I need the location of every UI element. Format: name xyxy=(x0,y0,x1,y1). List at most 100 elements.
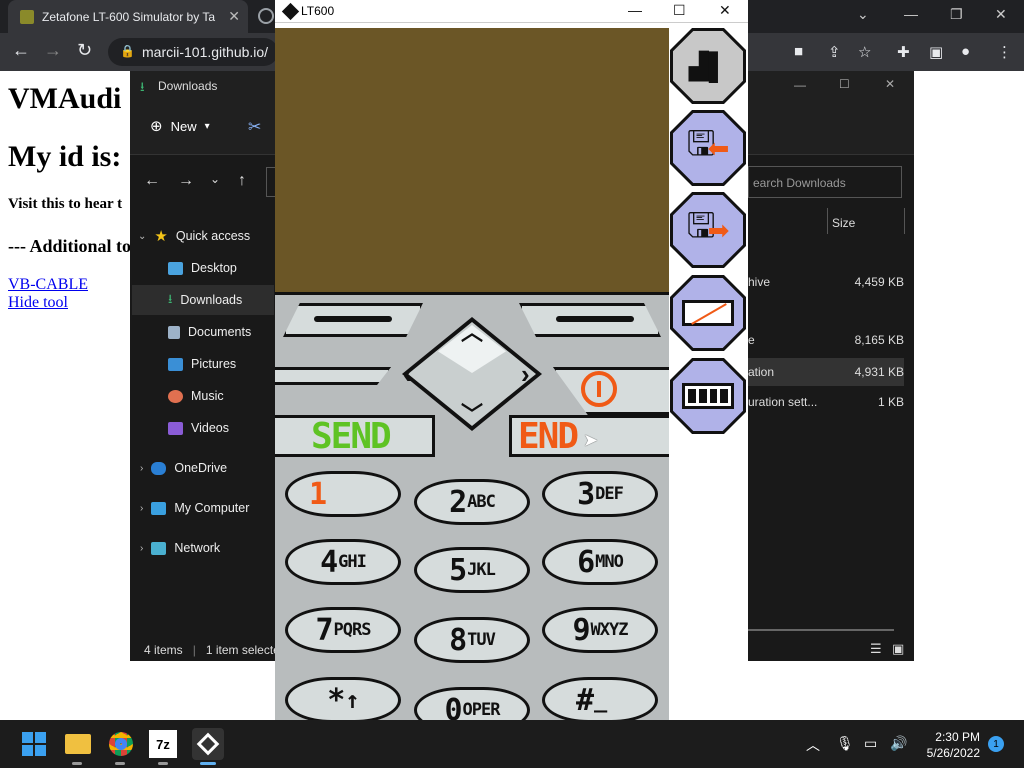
back-arrow-icon[interactable]: ← xyxy=(12,40,30,61)
extensions-puzzle-icon[interactable]: ✚ xyxy=(897,43,910,61)
dpad-up-chevron-icon[interactable]: ︿ xyxy=(461,315,483,347)
right-soft-key[interactable] xyxy=(519,303,661,337)
browser-menu-icon[interactable]: ⋮ xyxy=(997,43,1012,61)
microphone-icon[interactable]: 🎙 xyxy=(836,735,854,752)
search-downloads-input[interactable]: earch Downloads xyxy=(748,166,902,198)
file-explorer-taskbar-icon[interactable] xyxy=(62,728,94,760)
browser-restore-icon[interactable]: ❐ xyxy=(950,6,963,23)
profile-avatar-icon[interactable]: ● xyxy=(961,43,970,60)
show-hidden-icons-chevron-icon[interactable]: ︿ xyxy=(806,735,820,755)
share-icon[interactable]: ⇪ xyxy=(828,43,841,61)
file-row[interactable]: e 8,165 KB xyxy=(748,326,904,354)
expand-chevron-icon[interactable]: ⌄ xyxy=(138,231,146,242)
sidebar-label: Quick access xyxy=(175,229,251,243)
downloads-arrow-icon: ⭳ xyxy=(168,291,173,306)
lt600-maximize-icon[interactable]: ☐ xyxy=(673,2,686,19)
bookmark-star-icon[interactable]: ☆ xyxy=(858,43,871,61)
expand-chevron-icon[interactable]: › xyxy=(140,503,143,514)
key-6[interactable]: 6 MNO xyxy=(542,539,658,585)
sidebar-item-my-computer[interactable]: › My Computer xyxy=(140,493,282,523)
expand-chevron-icon[interactable]: › xyxy=(140,543,143,554)
network-tray-icon[interactable]: ▭ xyxy=(864,735,877,752)
file-size: 8,165 KB xyxy=(854,333,904,347)
dpad-left-chevron-icon[interactable]: ‹ xyxy=(403,359,412,390)
key-8[interactable]: 8 TUV xyxy=(414,617,530,663)
network-icon xyxy=(151,541,167,555)
up-arrow-icon[interactable]: ↑ xyxy=(238,172,246,190)
horizontal-scrollbar[interactable] xyxy=(748,629,894,631)
site-favicon-icon xyxy=(20,9,34,24)
power-icon-bar xyxy=(597,381,601,397)
running-indicator xyxy=(72,762,82,765)
browser-minimize-icon[interactable]: — xyxy=(904,6,918,22)
key-hash[interactable]: # _ xyxy=(542,677,658,723)
notification-badge[interactable]: 1 xyxy=(988,736,1004,752)
key-1[interactable]: 1 xyxy=(285,471,401,517)
file-row[interactable]: uration sett... 1 KB xyxy=(748,388,904,416)
save-state-button[interactable]: 🖫 ➡ xyxy=(670,192,746,268)
chrome-taskbar-icon[interactable] xyxy=(105,728,137,760)
explorer-maximize-icon[interactable]: ☐ xyxy=(839,77,850,91)
sidebar-item-downloads[interactable]: ⭳ Downloads xyxy=(132,285,274,315)
send-key-top[interactable] xyxy=(275,367,391,385)
key-3[interactable]: 3 DEF xyxy=(542,471,658,517)
key-2[interactable]: 2 ABC xyxy=(414,479,530,525)
battery-full-button[interactable] xyxy=(670,358,746,434)
clock[interactable]: 2:30 PM 5/26/2022 xyxy=(922,729,980,761)
explorer-forward-icon[interactable]: → xyxy=(178,172,194,190)
forward-arrow-icon[interactable]: → xyxy=(44,40,62,61)
send-key[interactable]: SEND xyxy=(275,415,435,457)
tiles-view-icon[interactable]: ▣ xyxy=(892,641,904,657)
volume-icon[interactable]: 🔊 xyxy=(890,735,907,752)
key-9[interactable]: 9 WXYZ xyxy=(542,607,658,653)
second-tab-globe-icon[interactable] xyxy=(258,8,274,24)
explorer-back-icon[interactable]: ← xyxy=(144,172,160,190)
7zip-taskbar-icon[interactable]: 7z xyxy=(149,730,177,758)
browser-close-icon[interactable]: ✕ xyxy=(995,6,1007,23)
size-column-header[interactable]: Size xyxy=(832,216,855,230)
star-icon: ★ xyxy=(154,228,168,245)
cut-scissors-icon[interactable]: ✂ xyxy=(248,117,261,137)
details-view-icon[interactable]: ☰ xyxy=(870,641,882,657)
sidebar-item-network[interactable]: › Network xyxy=(140,533,282,563)
reload-icon[interactable]: ↻ xyxy=(77,40,92,61)
explorer-minimize-icon[interactable]: — xyxy=(794,78,806,92)
sidebar-label: Documents xyxy=(188,325,252,339)
file-row-selected[interactable]: ation 4,931 KB xyxy=(748,358,904,386)
camera-icon[interactable]: ■ xyxy=(794,43,803,60)
column-divider xyxy=(827,208,828,234)
expand-chevron-icon[interactable]: › xyxy=(140,463,143,474)
cloud-icon xyxy=(151,461,167,475)
key-5[interactable]: 5 JKL xyxy=(414,547,530,593)
address-bar[interactable]: 🔒 marcii-101.github.io/ xyxy=(108,38,278,66)
browser-tab[interactable]: Zetafone LT-600 Simulator by Ta ✕ xyxy=(8,0,248,33)
battery-empty-button[interactable] xyxy=(670,275,746,351)
key-star[interactable]: * ↑ xyxy=(285,677,401,723)
lt600-close-icon[interactable]: ✕ xyxy=(719,2,731,19)
key-4[interactable]: 4 GHI xyxy=(285,539,401,585)
vb-cable-link[interactable]: VB-CABLE xyxy=(8,276,88,294)
side-panel-icon[interactable]: ▣ xyxy=(929,43,943,61)
hide-tool-link[interactable]: Hide tool xyxy=(8,294,68,312)
sidebar-item-quick-access[interactable]: ⌄ ★ Quick access xyxy=(138,221,280,251)
dpad-right-chevron-icon[interactable]: › xyxy=(521,359,530,390)
sidebar-item-onedrive[interactable]: › OneDrive xyxy=(140,453,282,483)
key-7[interactable]: 7 PQRS xyxy=(285,607,401,653)
explorer-close-icon[interactable]: ✕ xyxy=(885,77,895,91)
dpad-down-chevron-icon[interactable]: ﹀ xyxy=(461,397,483,429)
new-button[interactable]: ⊕ New ▾ xyxy=(150,117,210,135)
lt600-minimize-icon[interactable]: — xyxy=(628,2,642,18)
battery-cell xyxy=(720,389,728,403)
tab-close-icon[interactable]: ✕ xyxy=(228,8,240,25)
left-soft-key[interactable] xyxy=(283,303,423,337)
recent-locations-chevron-icon[interactable]: ⌄ xyxy=(210,172,220,186)
file-row[interactable]: hive 4,459 KB xyxy=(748,268,904,296)
toggle-flip-button[interactable]: ▟▌ xyxy=(670,28,746,104)
load-state-button[interactable]: 🖫 ⬅ xyxy=(670,110,746,186)
tab-search-chevron-icon[interactable]: ⌄ xyxy=(857,6,869,23)
full-battery-icon xyxy=(682,383,734,409)
lt600-title: LT600 xyxy=(301,4,335,18)
start-windows-icon[interactable] xyxy=(18,728,50,760)
address-url: marcii-101.github.io/ xyxy=(142,44,269,60)
lt600-taskbar-icon[interactable] xyxy=(192,728,224,760)
